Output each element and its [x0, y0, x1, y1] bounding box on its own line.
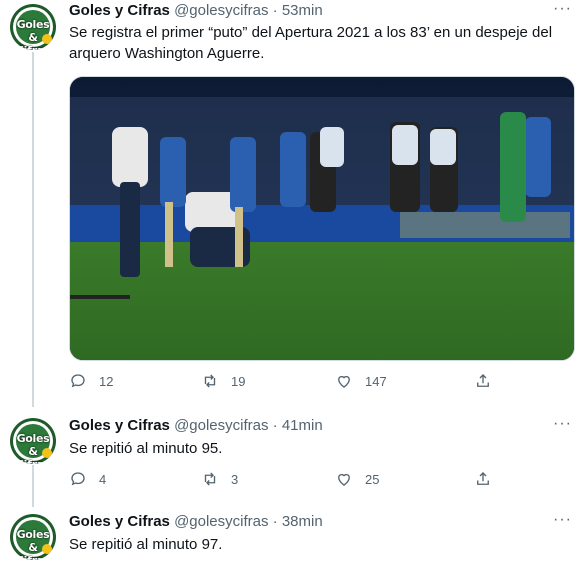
- retweet-icon: [204, 472, 216, 486]
- avatar[interactable]: Goles & Cifras: [10, 418, 56, 464]
- timestamp[interactable]: 53min: [282, 2, 323, 19]
- like-button[interactable]: 147: [335, 372, 387, 390]
- retweet-count: 3: [231, 471, 239, 487]
- like-count: 25: [365, 471, 380, 487]
- tweet-actions: 4 3 25: [69, 470, 509, 490]
- author-name[interactable]: Goles y Cifras: [69, 513, 170, 530]
- avatar[interactable]: Goles & Cifras: [10, 514, 56, 560]
- retweet-icon: [204, 374, 216, 388]
- share-button[interactable]: [474, 372, 492, 390]
- heart-icon: [338, 375, 350, 388]
- avatar[interactable]: Goles & Cifras: [10, 4, 56, 50]
- author-handle[interactable]: @golesycifras: [174, 513, 268, 530]
- tweet-3[interactable]: Goles & Cifras Goles y Cifras @golesycif…: [0, 508, 586, 561]
- retweet-count: 19: [231, 373, 246, 389]
- tweet-text: Se repitió al minuto 97.: [69, 536, 223, 553]
- timestamp[interactable]: 38min: [282, 513, 323, 530]
- share-icon: [477, 472, 489, 485]
- share-icon: [477, 374, 489, 387]
- like-count: 147: [365, 373, 387, 389]
- tweet-1[interactable]: Goles & Cifras Goles y Cifras @golesycif…: [0, 0, 586, 400]
- tweet-text: Se registra el primer “puto” del Apertur…: [69, 24, 553, 62]
- author-handle[interactable]: @golesycifras: [174, 2, 268, 19]
- reply-icon: [71, 472, 85, 486]
- more-options-button[interactable]: ···: [553, 511, 572, 529]
- author-name[interactable]: Goles y Cifras: [69, 417, 170, 434]
- tweet-header: Goles y Cifras @golesycifras · 53min: [69, 2, 323, 19]
- timestamp[interactable]: 41min: [282, 417, 323, 434]
- author-handle[interactable]: @golesycifras: [174, 417, 268, 434]
- reply-icon: [71, 374, 85, 388]
- tweet-header: Goles y Cifras @golesycifras · 41min: [69, 417, 323, 434]
- reply-count: 12: [99, 373, 114, 389]
- more-options-button[interactable]: ···: [553, 415, 572, 433]
- reply-button[interactable]: 4: [69, 470, 106, 488]
- like-button[interactable]: 25: [335, 470, 379, 488]
- reply-count: 4: [99, 471, 107, 487]
- retweet-button[interactable]: 19: [201, 372, 245, 390]
- tweet-photo[interactable]: [69, 76, 575, 361]
- tweet-header: Goles y Cifras @golesycifras · 38min: [69, 513, 323, 530]
- tweet-2[interactable]: Goles & Cifras Goles y Cifras @golesycif…: [0, 412, 586, 502]
- retweet-button[interactable]: 3: [201, 470, 238, 488]
- more-options-button[interactable]: ···: [553, 0, 572, 18]
- author-name[interactable]: Goles y Cifras: [69, 2, 170, 19]
- tweet-text: Se repitió al minuto 95.: [69, 440, 223, 457]
- tweet-actions: 12 19 147: [69, 372, 509, 392]
- stadium-photo-image: [70, 77, 574, 360]
- heart-icon: [338, 473, 350, 486]
- reply-button[interactable]: 12: [69, 372, 113, 390]
- share-button[interactable]: [474, 470, 492, 488]
